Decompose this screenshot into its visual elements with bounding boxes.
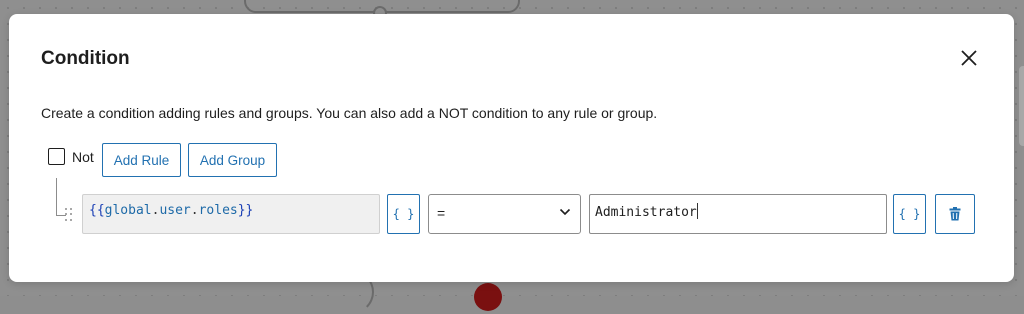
add-group-button[interactable]: Add Group [188, 143, 277, 177]
expression-segment-global: global [104, 203, 152, 218]
expression-segment-roles: roles [198, 203, 238, 218]
insert-variable-value-button[interactable]: { } [893, 194, 926, 234]
drag-handle-icon[interactable] [65, 208, 73, 222]
not-checkbox[interactable] [48, 148, 65, 165]
expression-segment-user: user [159, 203, 191, 218]
expression-open-brace: {{ [89, 203, 105, 218]
rule-value-input[interactable]: Administrator [589, 194, 887, 234]
add-rule-button[interactable]: Add Rule [102, 143, 181, 177]
condition-modal: Condition Create a condition adding rule… [9, 14, 1014, 282]
rule-value-text: Administrator [595, 205, 697, 220]
close-icon [961, 50, 977, 66]
delete-rule-button[interactable] [935, 194, 975, 234]
operator-select[interactable]: = [428, 194, 581, 234]
chevron-down-icon [559, 208, 571, 216]
rule-left-expression-field[interactable]: {{global.user.roles}} [82, 194, 380, 234]
insert-variable-button[interactable]: { } [387, 194, 420, 234]
text-caret [696, 203, 698, 219]
not-checkbox-label: Not [72, 149, 94, 165]
background-add-button [474, 283, 502, 311]
modal-title: Condition [41, 48, 130, 69]
background-panel [1019, 66, 1024, 146]
modal-description: Create a condition adding rules and grou… [41, 105, 658, 121]
trash-icon [949, 207, 961, 221]
operator-value: = [437, 205, 446, 221]
expression-dot: . [190, 203, 199, 218]
close-button[interactable] [957, 46, 981, 70]
expression-close-brace: }} [237, 203, 254, 218]
